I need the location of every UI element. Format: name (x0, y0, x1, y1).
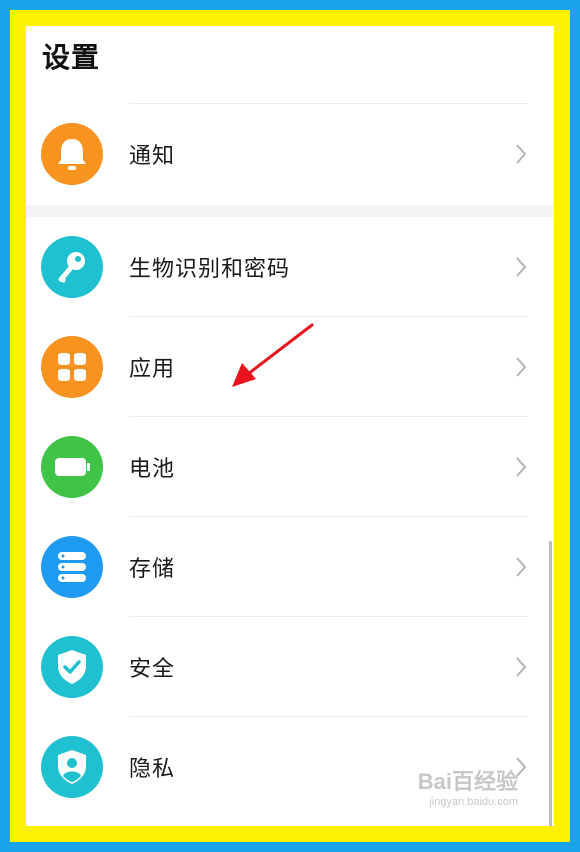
chevron-right-icon (516, 457, 527, 477)
privacy-icon (41, 736, 103, 798)
section-gap (26, 205, 554, 217)
page-title: 设置 (42, 41, 101, 74)
settings-item-label: 安全 (129, 657, 176, 682)
bell-icon (41, 123, 103, 185)
settings-item-storage[interactable]: 存储 (26, 517, 554, 617)
grid-icon (41, 336, 103, 398)
settings-item-label: 隐私 (129, 757, 176, 782)
watermark: Bai百经验 jingyan.baidu.com (418, 764, 518, 808)
settings-item-biometrics[interactable]: 生物识别和密码 (26, 217, 554, 317)
settings-screen: 设置 通知 生物识别和密码 应用 电池 存储 安全 隐私 Bai百经验 jing… (26, 26, 554, 826)
chevron-right-icon (516, 144, 527, 164)
watermark-logo: Bai百经验 (417, 769, 518, 794)
chevron-right-icon (516, 657, 527, 677)
shield-check-icon (41, 636, 103, 698)
battery-icon (41, 436, 103, 498)
settings-item-label: 应用 (129, 357, 176, 382)
settings-item-battery[interactable]: 电池 (26, 417, 554, 517)
scrollbar[interactable] (549, 541, 552, 826)
settings-item-security[interactable]: 安全 (26, 617, 554, 717)
watermark-url: jingyan.baidu.com (429, 796, 518, 808)
chevron-right-icon (516, 357, 527, 377)
settings-item-label: 存储 (129, 557, 176, 582)
settings-item-label: 通知 (129, 144, 176, 169)
chevron-right-icon (516, 257, 527, 277)
settings-item-label: 生物识别和密码 (129, 257, 291, 282)
annotation-arrow-icon (232, 323, 314, 387)
settings-item-notification[interactable]: 通知 (26, 104, 554, 204)
storage-icon (41, 536, 103, 598)
settings-item-label: 电池 (129, 457, 176, 482)
chevron-right-icon (516, 557, 527, 577)
key-icon (41, 236, 103, 298)
